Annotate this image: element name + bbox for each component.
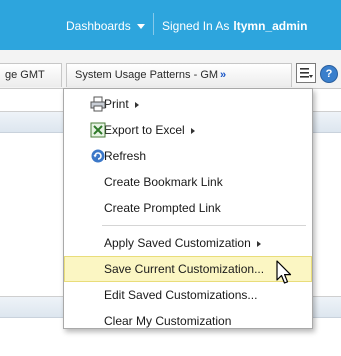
menu-item-label: Print [104,97,129,111]
dashboards-label: Dashboards [66,19,131,33]
submenu-arrow-icon [190,127,195,134]
signed-in-label: Signed In As [162,19,230,33]
help-icon[interactable]: ? [320,65,338,83]
page-tools: ? [296,63,338,85]
menu-item-label: Save Current Customization... [104,262,265,276]
menu-item-label: Export to Excel [104,123,185,137]
menu-item-label: Edit Saved Customizations... [104,288,258,302]
tab-label: System Usage Patterns - GM [75,69,219,81]
tab-usage-gmt[interactable]: ge GMT [0,63,62,87]
printer-icon [90,96,106,112]
refresh-icon [91,149,105,163]
user-name: ltymn_admin [233,19,308,33]
page-options-button[interactable] [296,63,316,83]
mouse-pointer-icon [276,260,292,284]
page-options-icon [300,68,313,78]
menu-item-create-prompted-link[interactable]: Create Prompted Link [64,195,312,221]
menu-item-refresh[interactable]: Refresh [64,143,312,169]
menu-item-clear-my-customization[interactable]: Clear My Customization [64,308,312,334]
menu-item-print[interactable]: Print [64,91,312,117]
tab-label: ge GMT [5,69,45,81]
page-options-menu: Print Export to Excel Refresh Create Boo… [63,88,313,329]
more-tabs-icon[interactable]: » [220,69,226,81]
menu-item-label: Create Prompted Link [104,201,221,215]
menu-item-export-to-excel[interactable]: Export to Excel [64,117,312,143]
header-divider [153,13,154,35]
menu-item-create-bookmark-link[interactable]: Create Bookmark Link [64,169,312,195]
menu-item-label: Create Bookmark Link [104,175,223,189]
excel-icon [90,122,106,138]
chevron-down-icon [136,23,145,29]
menu-item-label: Apply Saved Customization [104,236,251,250]
menu-item-apply-saved-customization[interactable]: Apply Saved Customization [64,230,312,256]
submenu-arrow-icon [256,240,261,247]
top-header-bar: Dashboards Signed In As ltymn_admin [0,0,341,50]
tab-system-usage-patterns[interactable]: System Usage Patterns - GM» [66,63,292,87]
dashboards-menu[interactable]: Dashboards [66,19,145,33]
menu-divider [102,225,306,226]
submenu-arrow-icon [134,101,139,108]
menu-item-label: Refresh [104,149,147,163]
menu-item-label: Clear My Customization [104,314,232,328]
signed-in-info[interactable]: Signed In As ltymn_admin [162,19,307,33]
